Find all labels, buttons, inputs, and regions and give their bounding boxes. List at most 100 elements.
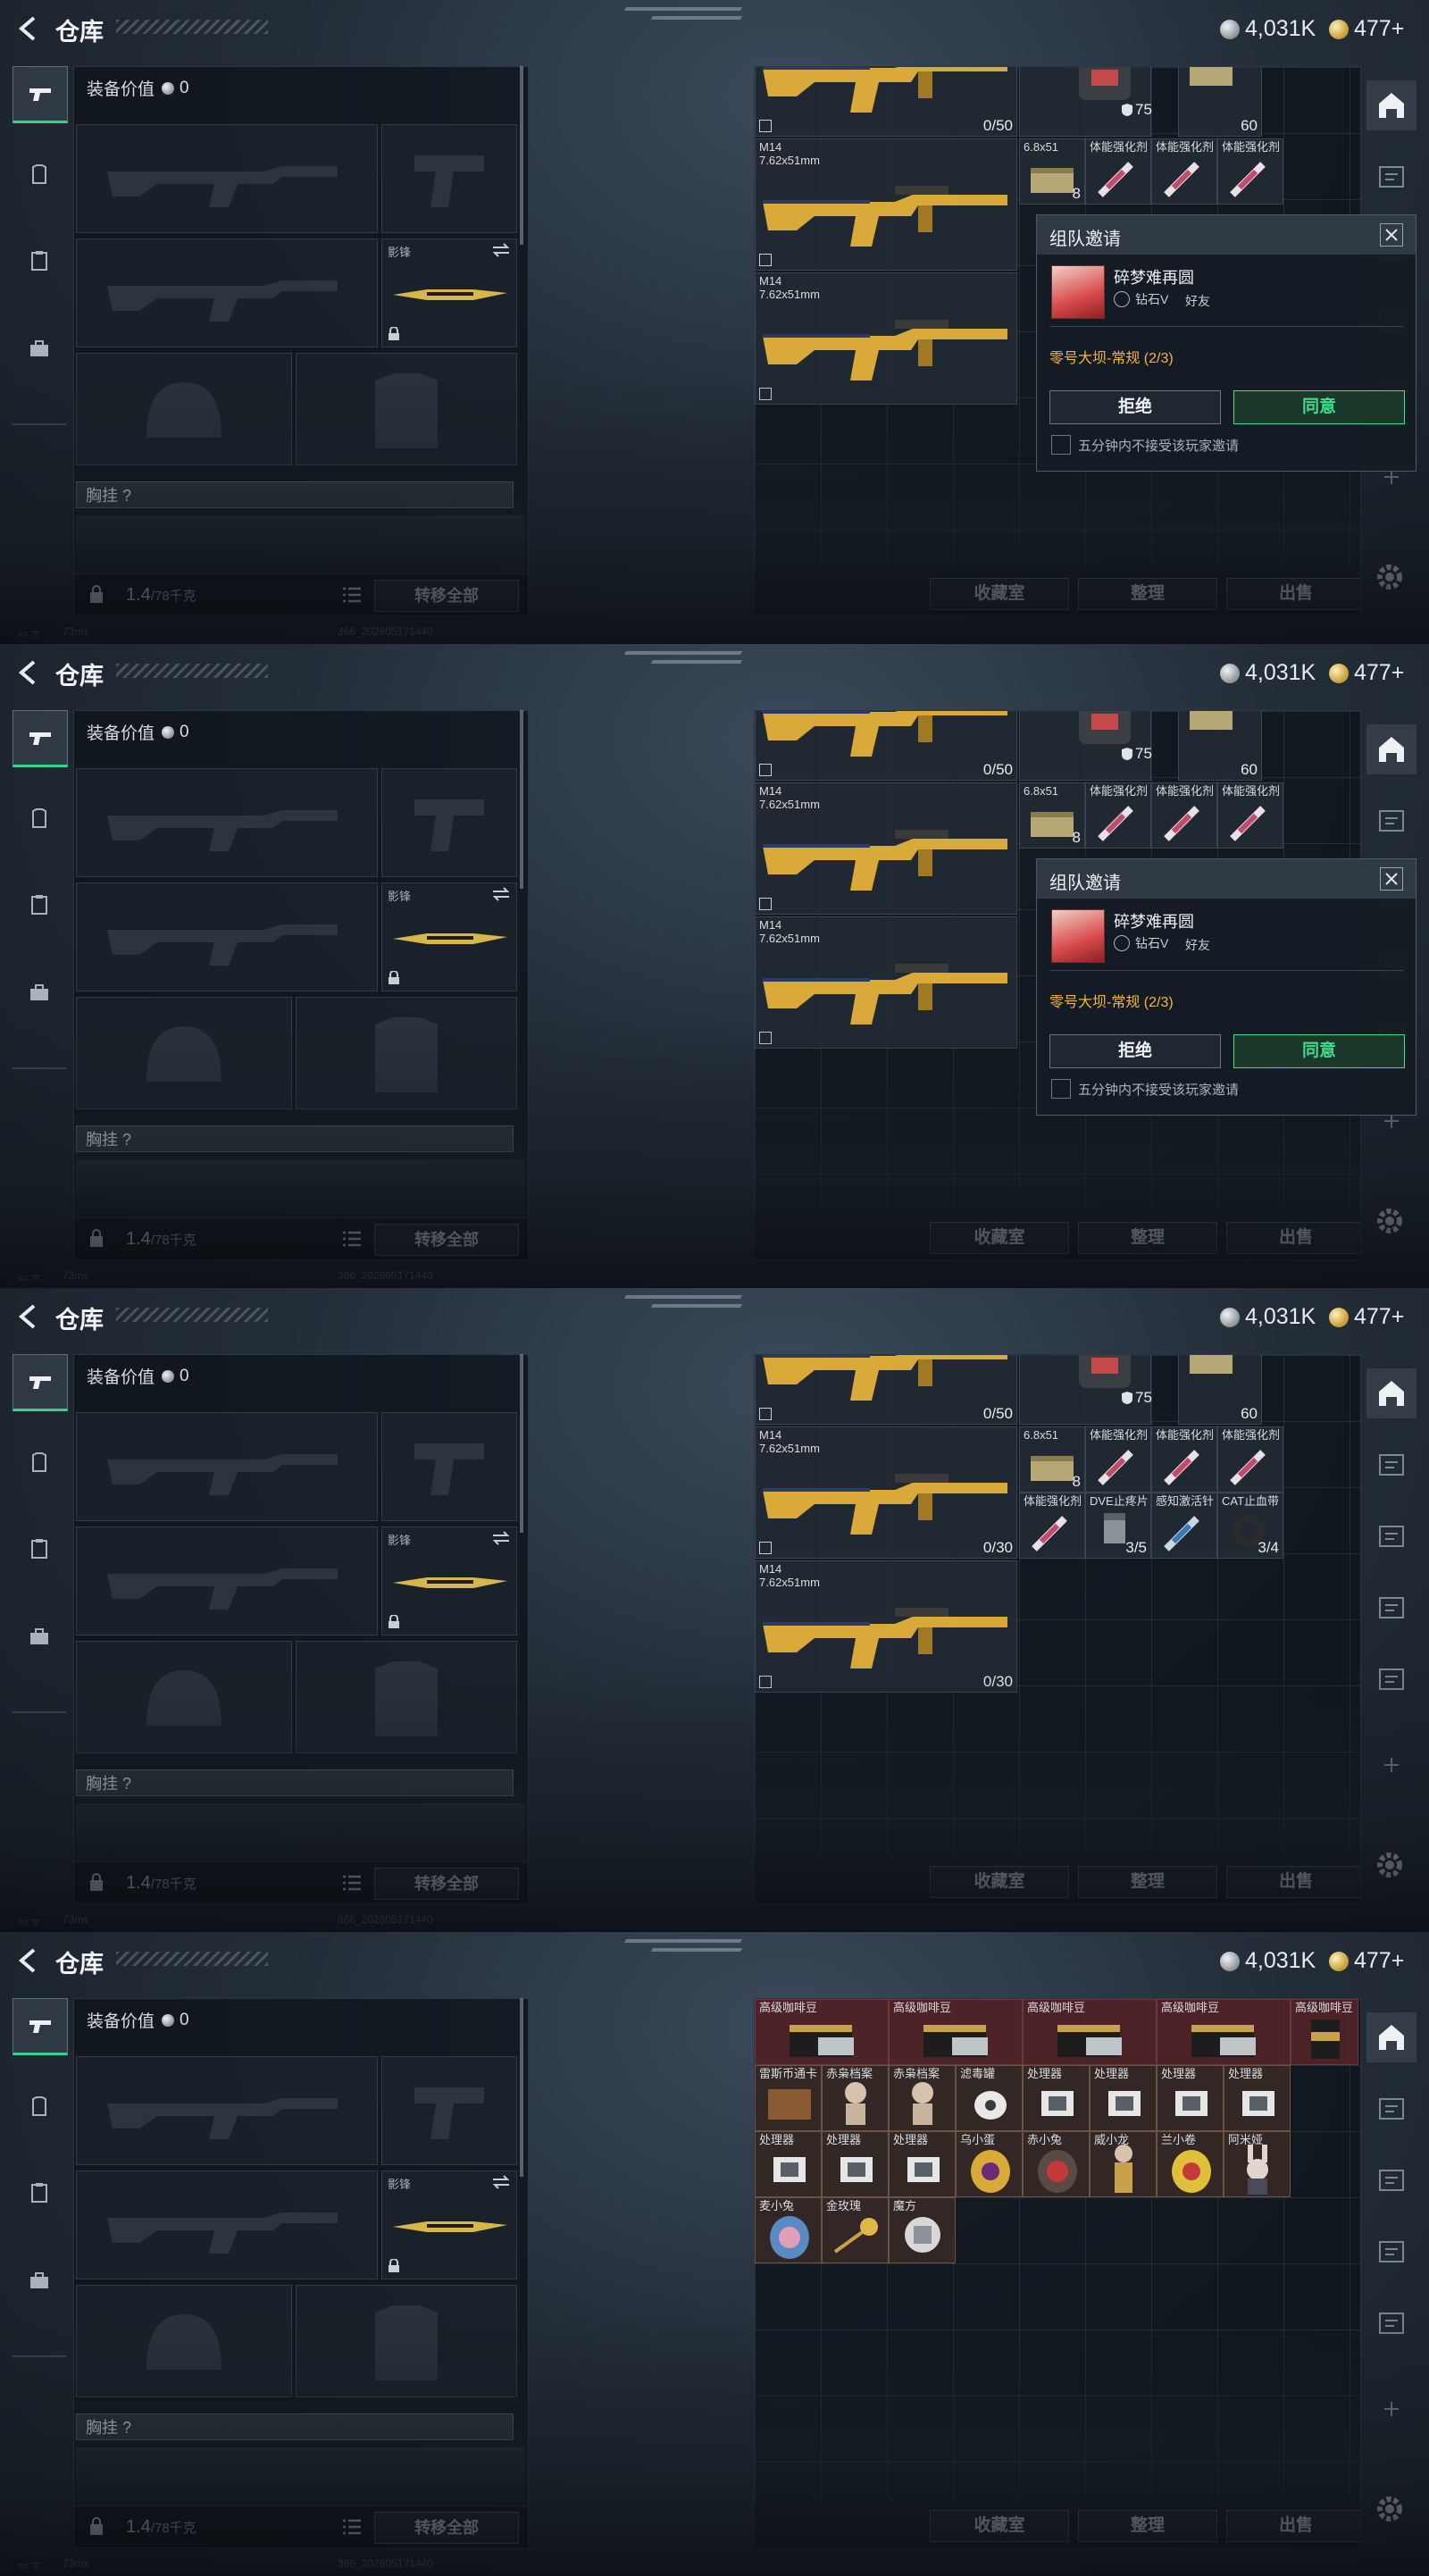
- tab-medical[interactable]: [13, 878, 66, 932]
- storage-item[interactable]: 处理器: [889, 2131, 956, 2197]
- chest-rig-header[interactable]: 胸挂 ?: [76, 481, 514, 508]
- tab-backpack[interactable]: [13, 1610, 66, 1663]
- tab-armor[interactable]: [13, 792, 66, 846]
- pistol-slot[interactable]: [381, 1412, 517, 1521]
- storage-item[interactable]: 魔方: [889, 2197, 956, 2263]
- secondary-weapon-slot[interactable]: [76, 2170, 378, 2279]
- secondary-weapon-slot[interactable]: [76, 238, 378, 347]
- storage-item[interactable]: 6.8x51 FMJ60: [1178, 1355, 1262, 1425]
- body-armor-slot[interactable]: [296, 353, 517, 465]
- primary-weapon-slot[interactable]: [76, 1412, 378, 1521]
- storage-page-3[interactable]: [1366, 2155, 1416, 2205]
- storage-item[interactable]: 高级咖啡豆: [1023, 1999, 1157, 2065]
- storage-item[interactable]: 处理器: [1023, 2065, 1090, 2131]
- close-icon[interactable]: [1380, 223, 1403, 247]
- tab-backpack[interactable]: [13, 966, 66, 1019]
- storage-item[interactable]: 赤小兔: [1023, 2131, 1090, 2197]
- primary-weapon-slot[interactable]: [76, 2056, 378, 2165]
- pistol-slot[interactable]: [381, 2056, 517, 2165]
- sell-button[interactable]: 出售: [1226, 578, 1360, 610]
- equipment-scrollbar[interactable]: [520, 1998, 523, 2177]
- storage-item[interactable]: 75: [1117, 94, 1171, 130]
- storage-page-2[interactable]: [1366, 1440, 1416, 1490]
- chest-rig-header[interactable]: 胸挂 ?: [76, 2413, 514, 2440]
- storage-item[interactable]: 体能强化剂: [1217, 138, 1283, 205]
- storage-item[interactable]: 处理器: [1224, 2065, 1291, 2131]
- gold-balance[interactable]: 477+: [1329, 1304, 1404, 1330]
- tab-medical[interactable]: [13, 234, 66, 288]
- storage-page-5[interactable]: [1366, 1654, 1416, 1704]
- collection-button[interactable]: 收藏室: [930, 578, 1069, 610]
- tab-weapons[interactable]: [13, 1998, 68, 2055]
- storage-item[interactable]: 体能强化剂: [1151, 782, 1217, 849]
- storage-item[interactable]: 体能强化剂: [1151, 1426, 1217, 1493]
- gear-icon[interactable]: [1372, 1203, 1408, 1239]
- storage-item[interactable]: 6.8x51 8: [1019, 1426, 1085, 1493]
- pistol-slot[interactable]: [381, 768, 517, 877]
- gear-icon[interactable]: [1372, 559, 1408, 595]
- storage-item[interactable]: 滤毒罐: [956, 2065, 1023, 2131]
- tab-backpack[interactable]: [13, 2254, 66, 2307]
- storage-item[interactable]: 处理器: [1090, 2065, 1157, 2131]
- storage-item[interactable]: 感知激活针: [1151, 1493, 1217, 1559]
- storage-item[interactable]: 6.8x51 FMJ60: [1178, 711, 1262, 781]
- primary-weapon-slot[interactable]: [76, 768, 378, 877]
- helmet-slot[interactable]: [76, 1641, 292, 1753]
- list-icon[interactable]: [342, 586, 362, 604]
- storage-item[interactable]: DVE止疼片 3/5: [1085, 1493, 1151, 1559]
- equipment-scrollbar[interactable]: [520, 66, 523, 245]
- storage-item[interactable]: 赤枭档案: [889, 2065, 956, 2131]
- storage-item[interactable]: 0/50: [755, 67, 1017, 137]
- mute-invites-checkbox[interactable]: [1051, 435, 1071, 455]
- list-icon[interactable]: [342, 1874, 362, 1892]
- storage-item[interactable]: M14 7.62x51mm: [755, 782, 1017, 915]
- storage-item[interactable]: 赤枭档案: [822, 2065, 889, 2131]
- storage-item[interactable]: 高级咖啡豆: [1291, 1999, 1358, 2065]
- storage-item[interactable]: 0/50: [755, 1355, 1017, 1425]
- storage-item[interactable]: 体能强化剂: [1085, 782, 1151, 849]
- storage-item[interactable]: 体能强化剂: [1151, 138, 1217, 205]
- melee-slot[interactable]: 影锋: [381, 1526, 517, 1635]
- list-icon[interactable]: [342, 2518, 362, 2536]
- chest-rig-header[interactable]: 胸挂 ?: [76, 1769, 514, 1796]
- storage-page-2[interactable]: [1366, 2084, 1416, 2134]
- storage-item[interactable]: 威小龙: [1090, 2131, 1157, 2197]
- storage-item[interactable]: 体能强化剂: [1085, 1426, 1151, 1493]
- sort-button[interactable]: 整理: [1078, 2510, 1217, 2542]
- swap-icon[interactable]: [491, 243, 511, 257]
- sort-button[interactable]: 整理: [1078, 1866, 1217, 1898]
- storage-item[interactable]: 体能强化剂: [1085, 138, 1151, 205]
- helmet-slot[interactable]: [76, 2285, 292, 2397]
- storage-item[interactable]: M14 7.62x51mm: [755, 916, 1017, 1049]
- storage-item[interactable]: 0/50: [755, 711, 1017, 781]
- tab-weapons[interactable]: [13, 710, 68, 767]
- secondary-weapon-slot[interactable]: [76, 882, 378, 991]
- primary-weapon-slot[interactable]: [76, 124, 378, 233]
- tab-armor[interactable]: [13, 1436, 66, 1490]
- move-all-button[interactable]: 转移全部: [374, 1224, 519, 1256]
- storage-item[interactable]: 雷斯币通卡: [755, 2065, 822, 2131]
- chest-rig-header[interactable]: 胸挂 ?: [76, 1125, 514, 1152]
- helmet-slot[interactable]: [76, 353, 292, 465]
- gear-icon[interactable]: [1372, 1847, 1408, 1883]
- decline-button[interactable]: 拒绝: [1049, 390, 1221, 424]
- move-all-button[interactable]: 转移全部: [374, 580, 519, 612]
- storage-item[interactable]: 体能强化剂: [1217, 1426, 1283, 1493]
- gold-balance[interactable]: 477+: [1329, 16, 1404, 42]
- swap-icon[interactable]: [491, 1531, 511, 1545]
- move-all-button[interactable]: 转移全部: [374, 1868, 519, 1900]
- sell-button[interactable]: 出售: [1226, 1222, 1360, 1254]
- gear-icon[interactable]: [1372, 2491, 1408, 2527]
- storage-item[interactable]: M14 7.62x51mm 0/30: [755, 1560, 1017, 1693]
- back-arrow-icon[interactable]: [13, 1301, 45, 1333]
- melee-slot[interactable]: 影锋: [381, 238, 517, 347]
- back-arrow-icon[interactable]: [13, 13, 45, 45]
- tab-armor[interactable]: [13, 2080, 66, 2134]
- storage-item[interactable]: 高级咖啡豆: [889, 1999, 1023, 2065]
- swap-icon[interactable]: [491, 887, 511, 901]
- melee-slot[interactable]: 影锋: [381, 2170, 517, 2279]
- collection-button[interactable]: 收藏室: [930, 1866, 1069, 1898]
- body-armor-slot[interactable]: [296, 2285, 517, 2397]
- storage-page-5[interactable]: [1366, 2298, 1416, 2348]
- list-icon[interactable]: [342, 1230, 362, 1248]
